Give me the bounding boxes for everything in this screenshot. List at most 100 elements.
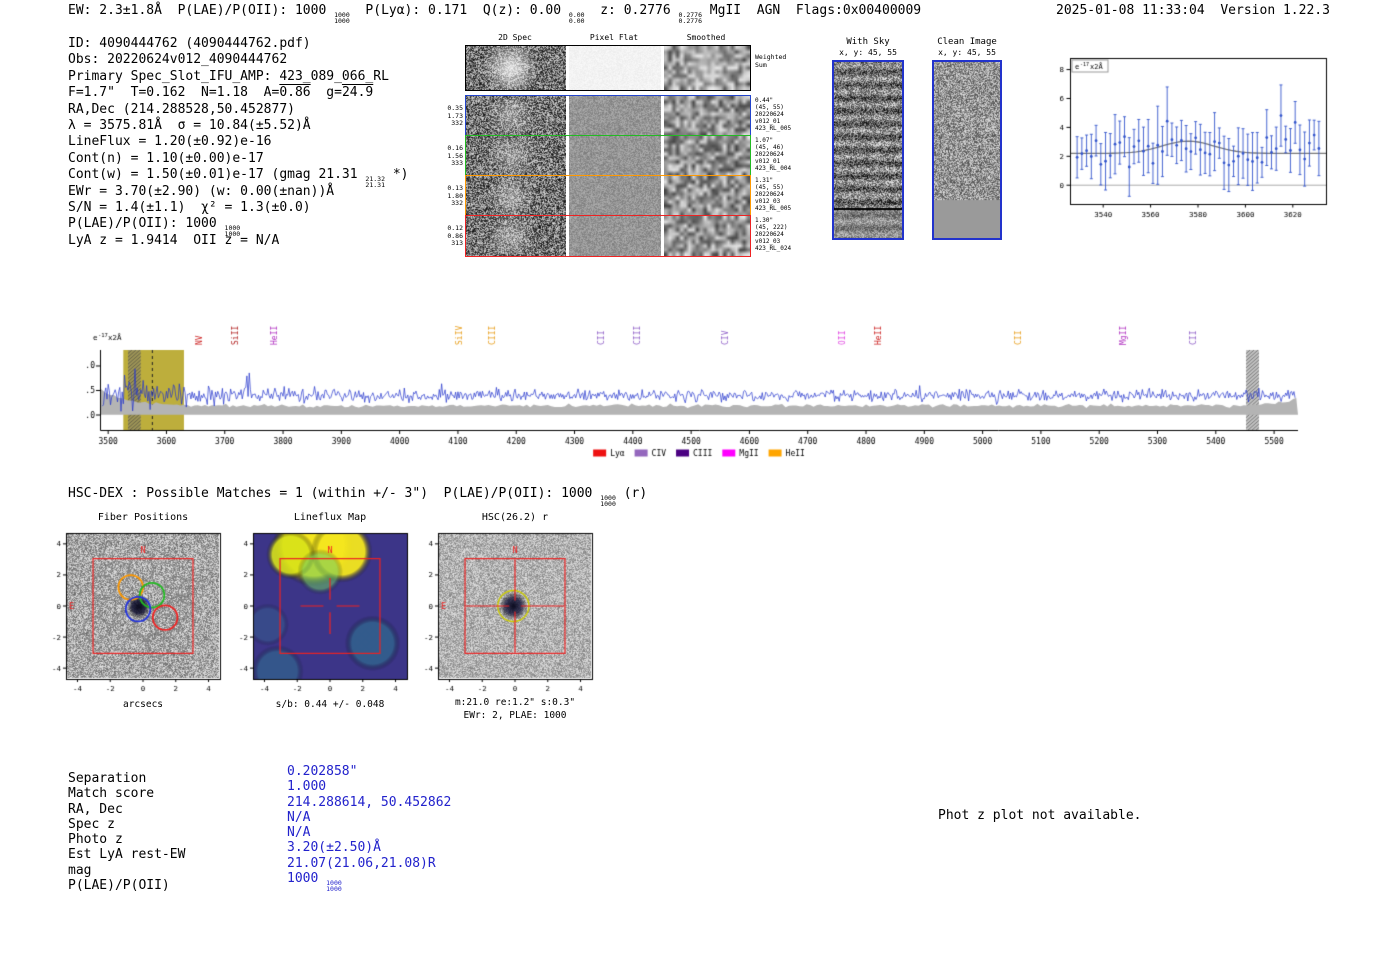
info-line: F=1.7" T=0.162 N=1.18 A=0.86 g=24.9 bbox=[68, 85, 408, 101]
info-line: EWr = 3.70(±2.90) (w: 0.00(±nan))Å bbox=[68, 184, 408, 200]
spec2d-cutout-image bbox=[466, 96, 566, 136]
text-segment: EWr = 3.70(±2.90) (w: 0.00(±nan))Å bbox=[68, 183, 335, 199]
hsc-cutout-title: HSC(26.2) r bbox=[481, 512, 549, 523]
spec2d-row-annotation: 0.44" (45, 55) 20220624 v012_01 423_RL_005 bbox=[755, 97, 792, 132]
text-segment: Cont(w) = 1.50(±0.01)e-17 (gmag 21.31 bbox=[68, 167, 366, 183]
text-segment: z: 0.2776 bbox=[584, 3, 679, 18]
spec2d-cutout-image bbox=[569, 216, 661, 256]
spec2d-cutout-image bbox=[664, 216, 750, 256]
match-value: 21.07(21.06,21.08)R bbox=[287, 856, 451, 871]
spec2d-cutout-image bbox=[466, 216, 566, 256]
match-label: RA, Dec bbox=[68, 801, 123, 817]
text-segment: P(Lyα): 0.171 Q(z): 0.00 bbox=[349, 3, 569, 18]
text-segment: 21.07(21.06,21.08)R bbox=[287, 855, 436, 871]
photz-note: Phot z plot not available. bbox=[938, 808, 1142, 823]
text-segment: S/N = 1.4(±1.1) χ² = 1.3(±0.0) bbox=[68, 199, 311, 215]
text-segment: 1000 bbox=[287, 871, 327, 887]
spec2d-cutout-image bbox=[664, 46, 750, 90]
clean-image-coords: x, y: 45, 55 bbox=[938, 48, 996, 57]
match-label: Separation bbox=[68, 771, 147, 786]
match-table-values: 0.202858" 1.000 214.288614, 50.452862 N/A N/… bbox=[287, 764, 451, 892]
spec2d-row: 0.13 1.80 332 1.31" (45, 55) 20220624 v012_03 4… bbox=[447, 175, 791, 217]
fiber-positions-plot bbox=[28, 528, 228, 718]
stacked-fraction: 0.00 0.00 bbox=[568, 11, 585, 25]
lineflux-map-title: Lineflux Map bbox=[293, 512, 367, 523]
spec2d-row-weights: 0.35 1.73 332 bbox=[447, 103, 463, 127]
spec2d-row-annotation: Weighted Sum bbox=[755, 53, 787, 69]
text-segment: Obs: 20220624v012_4090444762 bbox=[68, 52, 288, 68]
match-label: Photo z bbox=[68, 832, 123, 848]
text-segment: Primary Spec_Slot_IFU_AMP: 423_089_066_R… bbox=[68, 68, 389, 84]
info-line: LineFlux = 1.20(±0.92)e-16 bbox=[68, 134, 408, 150]
info-line: P(LAE)/P(OII): 1000 1000 1000 bbox=[68, 216, 408, 237]
summary-header: EW: 2.3±1.8Å P(LAE)/P(OII): 1000 1000 100… bbox=[68, 3, 921, 24]
hsc-cutout-plot bbox=[400, 528, 600, 718]
fiber-xlabel: arcsecs bbox=[122, 699, 164, 710]
info-line: Primary Spec_Slot_IFU_AMP: 423_089_066_R… bbox=[68, 69, 408, 85]
spec2d-col-header: 2D Spec bbox=[498, 33, 532, 42]
text-segment: 0.86 bbox=[279, 85, 311, 101]
clean-image bbox=[932, 60, 1002, 240]
info-line: LyA z = 1.9414 OII z = N/A bbox=[68, 233, 408, 249]
clean-image-title: Clean Image bbox=[937, 37, 997, 47]
spec2d-cutout-image bbox=[664, 96, 750, 136]
text-segment: (r) bbox=[615, 486, 648, 501]
lineflux-caption: s/b: 0.44 +/- 0.048 bbox=[275, 699, 385, 710]
spec2d-cutout-image bbox=[466, 46, 566, 90]
info-line: Cont(w) = 1.50(±0.01)e-17 (gmag 21.31 21… bbox=[68, 167, 409, 188]
spec2d-row-weights: 0.16 1.56 333 bbox=[447, 143, 463, 167]
text-segment: λ = 3575.81Å σ = 10.84(±5.52)Å bbox=[68, 117, 311, 133]
text-segment: HSC-DEX : Possible Matches = 1 (within +… bbox=[68, 486, 601, 501]
match-value: 3.20(±2.50)Å bbox=[287, 840, 451, 855]
spec2d-cutout-image bbox=[569, 46, 661, 90]
line-fit-plot bbox=[1040, 48, 1332, 232]
spec2d-row: Weighted Sum bbox=[465, 45, 786, 91]
hsc-dex-summary: HSC-DEX : Possible Matches = 1 (within +… bbox=[68, 486, 647, 507]
info-line: ID: 4090444762 (4090444762.pdf) bbox=[68, 36, 408, 52]
match-value: N/A bbox=[287, 825, 451, 840]
spec2d-cutout-image bbox=[466, 176, 566, 216]
match-label: Spec z bbox=[68, 816, 115, 832]
spec2d-row-weights: 0.12 0.86 313 bbox=[447, 223, 463, 247]
text-segment: 24.9 bbox=[341, 85, 374, 101]
text-segment: MgII AGN Flags:0x00400009 bbox=[701, 3, 922, 18]
stacked-fraction: 0.2776 0.2776 bbox=[678, 11, 702, 25]
match-value: 1000 1000 1000 bbox=[287, 871, 451, 892]
spec2d-cutout-image bbox=[664, 136, 750, 176]
info-line: RA,Dec (214.288528,50.452877) bbox=[68, 102, 408, 118]
spec2d-cutout-image bbox=[569, 136, 661, 176]
text-segment: 0.202858" bbox=[287, 764, 358, 779]
text-segment: LineFlux = 1.20(±0.92)e-16 bbox=[68, 134, 272, 150]
hsc-caption-2: EWr: 2, PLAE: 1000 bbox=[463, 710, 567, 721]
text-segment: F=1.7" T=0.162 N=1.18 A= bbox=[68, 85, 280, 101]
spec2d-row: 0.35 1.73 332 0.44" (45, 55) 20220624 v012_01 4… bbox=[447, 95, 791, 137]
stacked-fraction: 21.32 21.31 bbox=[365, 175, 385, 190]
spec2d-cutout-image bbox=[664, 176, 750, 216]
text-segment: P(LAE)/P(OII): 1000 bbox=[68, 216, 225, 232]
info-line: Obs: 20220624v012_4090444762 bbox=[68, 52, 408, 68]
spec2d-cutout-grid: Weighted Sum 0.35 1.73 332 0.44" (45, 55) 20220… bbox=[447, 45, 791, 259]
match-table-labels: Separation Match score RA, Dec Spec z Photo … bbox=[68, 771, 185, 893]
spec2d-row-weights: 0.13 1.80 332 bbox=[447, 183, 463, 207]
text-segment: *) bbox=[385, 167, 409, 183]
full-spectrum-plot bbox=[85, 298, 1315, 470]
text-segment: EW: 2.3±1.8Å P(LAE)/P(OII): 1000 bbox=[68, 3, 335, 18]
stacked-fraction: 1000 1000 bbox=[326, 879, 342, 894]
match-value: 214.288614, 50.452862 bbox=[287, 795, 451, 810]
spec2d-row-annotation: 1.31" (45, 55) 20220624 v012_03 423_RL_005 bbox=[755, 177, 792, 212]
timestamp-version: 2025-01-08 11:33:04 Version 1.22.3 bbox=[1056, 3, 1330, 18]
fiber-positions-title: Fiber Positions bbox=[97, 512, 189, 523]
spec2d-row-annotation: 1.07" (45, 46) 20220624 v012_01 423_RL_004 bbox=[755, 137, 792, 172]
info-line: S/N = 1.4(±1.1) χ² = 1.3(±0.0) bbox=[68, 200, 408, 216]
spec2d-row-annotation: 1.30" (45, 222) 20220624 v012_03 423_RL_024 bbox=[755, 217, 792, 252]
spec2d-row: 0.12 0.86 313 1.30" (45, 222) 20220624 v012_03… bbox=[447, 215, 791, 257]
spec2d-cutout-image bbox=[569, 96, 661, 136]
text-segment: RA,Dec (214.288528,50.452877) bbox=[68, 101, 295, 117]
match-label: Est LyA rest-EW bbox=[68, 847, 186, 863]
detection-info-block: ID: 4090444762 (4090444762.pdf) Obs: 2022… bbox=[68, 36, 408, 249]
text-segment: N/A bbox=[287, 825, 311, 841]
with-sky-title: With Sky bbox=[846, 37, 890, 47]
spec2d-cutout-image bbox=[466, 136, 566, 176]
spec2d-col-header: Pixel Flat bbox=[589, 33, 639, 42]
with-sky-coords: x, y: 45, 55 bbox=[839, 48, 897, 57]
